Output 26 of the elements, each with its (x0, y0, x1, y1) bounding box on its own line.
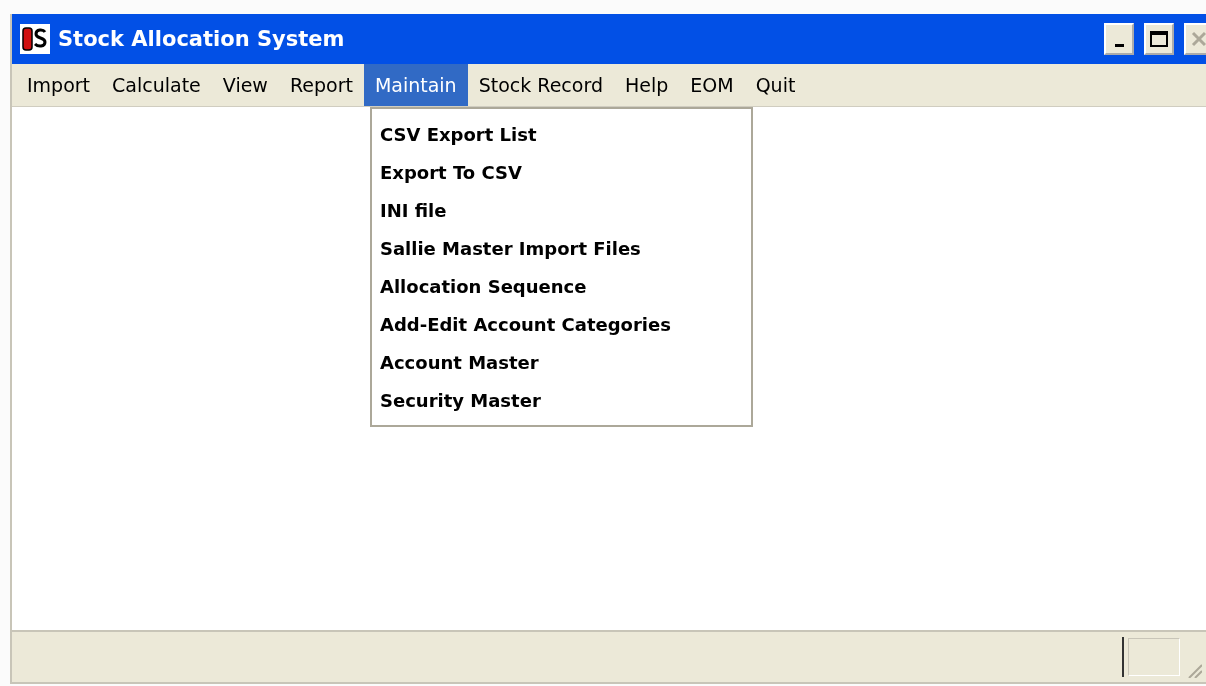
window-title: Stock Allocation System (58, 27, 346, 51)
dropdown-item[interactable]: CSV Export List (372, 115, 751, 153)
resize-grip-icon (1188, 664, 1202, 678)
menu-item[interactable]: View (211, 64, 279, 106)
maximize-icon (1149, 30, 1169, 48)
dropdown-item[interactable]: Security Master (372, 381, 751, 419)
minimize-icon (1114, 43, 1124, 47)
menu-item[interactable]: Quit (744, 64, 807, 106)
dropdown-item[interactable]: Allocation Sequence (372, 267, 751, 305)
status-pane (1128, 638, 1180, 676)
maximize-button[interactable] (1144, 23, 1174, 55)
menu-item[interactable]: Calculate (101, 64, 212, 106)
menu-item[interactable]: Import (16, 64, 102, 106)
menu-item[interactable]: Report (278, 64, 364, 106)
app-logo-icon (20, 24, 50, 54)
dropdown-item[interactable]: Add-Edit Account Categories (372, 305, 751, 343)
dropdown-item[interactable]: INI file (372, 191, 751, 229)
close-icon (1190, 30, 1206, 48)
menu-item[interactable]: EOM (679, 64, 745, 106)
menu-item[interactable]: Help (613, 64, 680, 106)
dropdown-item[interactable]: Export To CSV (372, 153, 751, 191)
minimize-button[interactable] (1104, 23, 1134, 55)
menu-item[interactable]: Stock Record (467, 64, 614, 106)
dropdown-item[interactable]: Account Master (372, 343, 751, 381)
dropdown-item[interactable]: Sallie Master Import Files (372, 229, 751, 267)
menu-item[interactable]: Maintain (363, 64, 468, 106)
